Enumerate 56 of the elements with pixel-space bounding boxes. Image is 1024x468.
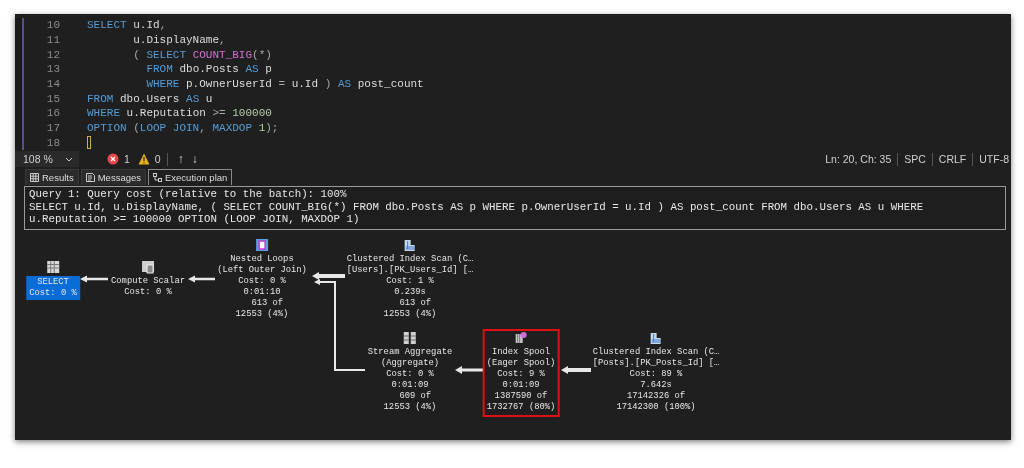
operator-icon[interactable]	[649, 331, 663, 345]
line-number: 14	[45, 78, 60, 91]
operator-icon[interactable]	[403, 331, 417, 345]
flow-arrow	[455, 366, 483, 374]
operator-icon[interactable]	[255, 238, 269, 252]
operator-label[interactable]: Stream Aggregate (Aggregate) Cost: 0 % 0:01:09 609 of 12553 (4%)	[367, 347, 453, 413]
flow-arrow	[561, 366, 591, 374]
status-item[interactable]: UTF-8	[979, 153, 1009, 165]
query-text: SELECT u.Id, u.DisplayName, ( SELECT COUNT_BIG(*) FROM dbo.Posts AS p WHERE p.OwnerUserId = u.Id ) AS post_count FROM dbo.Users AS u WHERE	[29, 200, 925, 213]
status-item[interactable]: SPC	[904, 153, 926, 165]
code-line: WHERE u.Reputation >= 100000	[87, 107, 272, 120]
result-tab[interactable]: Execution plan	[148, 169, 233, 185]
result-tab[interactable]: Messages	[80, 169, 146, 185]
code-line: SELECT u.Id,	[87, 19, 167, 32]
operator-icon[interactable]	[514, 331, 528, 345]
flow-arrow	[80, 275, 108, 283]
line-number: 17	[45, 122, 60, 135]
status-item[interactable]: CRLF	[938, 153, 967, 165]
navigate-button[interactable]: ↓	[191, 152, 198, 166]
line-number: 16	[45, 107, 60, 120]
line-number: 15	[45, 92, 60, 105]
line-number: 11	[45, 34, 60, 47]
code-line: FROM dbo.Users AS u	[87, 92, 213, 105]
operator-icon[interactable]	[403, 238, 417, 252]
grid-icon	[30, 173, 39, 182]
operator-label[interactable]: SELECT Cost: 0 %	[26, 276, 80, 300]
query-text: Query 1: Query cost (relative to the batch): 100%	[29, 188, 348, 201]
line-number: 12	[45, 48, 60, 61]
document-icon	[85, 173, 95, 182]
operator-label[interactable]: Index Spool (Eager Spool) Cost: 9 % 0:01:09 1387590 of 1732767 (80%)	[486, 347, 556, 413]
code-line: u.DisplayName,	[132, 34, 226, 47]
result-tab[interactable]: Results	[25, 169, 79, 185]
line-number: 10	[45, 19, 60, 32]
line-number: 18	[45, 136, 60, 149]
operator-icon[interactable]	[46, 260, 60, 274]
operator-icon[interactable]	[141, 260, 155, 274]
error-count: 1	[124, 153, 130, 165]
operator-label[interactable]: Nested Loops (Left Outer Join) Cost: 0 % 0:01:10 613 of 12553 (4%)	[217, 254, 307, 320]
line-number: 13	[45, 63, 60, 76]
error-icon[interactable]	[107, 153, 119, 165]
query-text: u.Reputation >= 100000 OPTION (LOOP JOIN, MAXDOP 1)	[29, 213, 361, 226]
warning-icon[interactable]	[137, 153, 150, 165]
status-item[interactable]: Ln: 20, Ch: 35	[825, 153, 892, 165]
code-line: ( SELECT COUNT_BIG(*)	[132, 48, 272, 61]
operator-label[interactable]: Clustered Index Scan (C… [Users].[PK_Users_Id] [… Cost: 1 % 0.239s 613 of 12553 (4%)	[346, 254, 474, 320]
code-line: WHERE p.OwnerUserId = u.Id ) AS post_count	[145, 78, 424, 91]
warning-count: 0	[154, 153, 161, 165]
chevron-down-icon	[64, 156, 73, 162]
zoom-dropdown[interactable]: 108 %	[15, 151, 79, 167]
navigate-button[interactable]: ↑	[177, 152, 184, 166]
code-line: OPTION (LOOP JOIN, MAXDOP 1);	[87, 122, 279, 135]
operator-label[interactable]: Clustered Index Scan (C… [Posts].[PK_Posts_Id] [… Cost: 89 % 7.642s 17142326 of 17142300 (100%)	[592, 347, 720, 413]
operator-label[interactable]: Compute Scalar Cost: 0 %	[111, 276, 185, 298]
code-line: FROM dbo.Posts AS p	[145, 63, 272, 76]
plan-icon	[153, 173, 162, 182]
flow-arrow	[188, 275, 215, 283]
